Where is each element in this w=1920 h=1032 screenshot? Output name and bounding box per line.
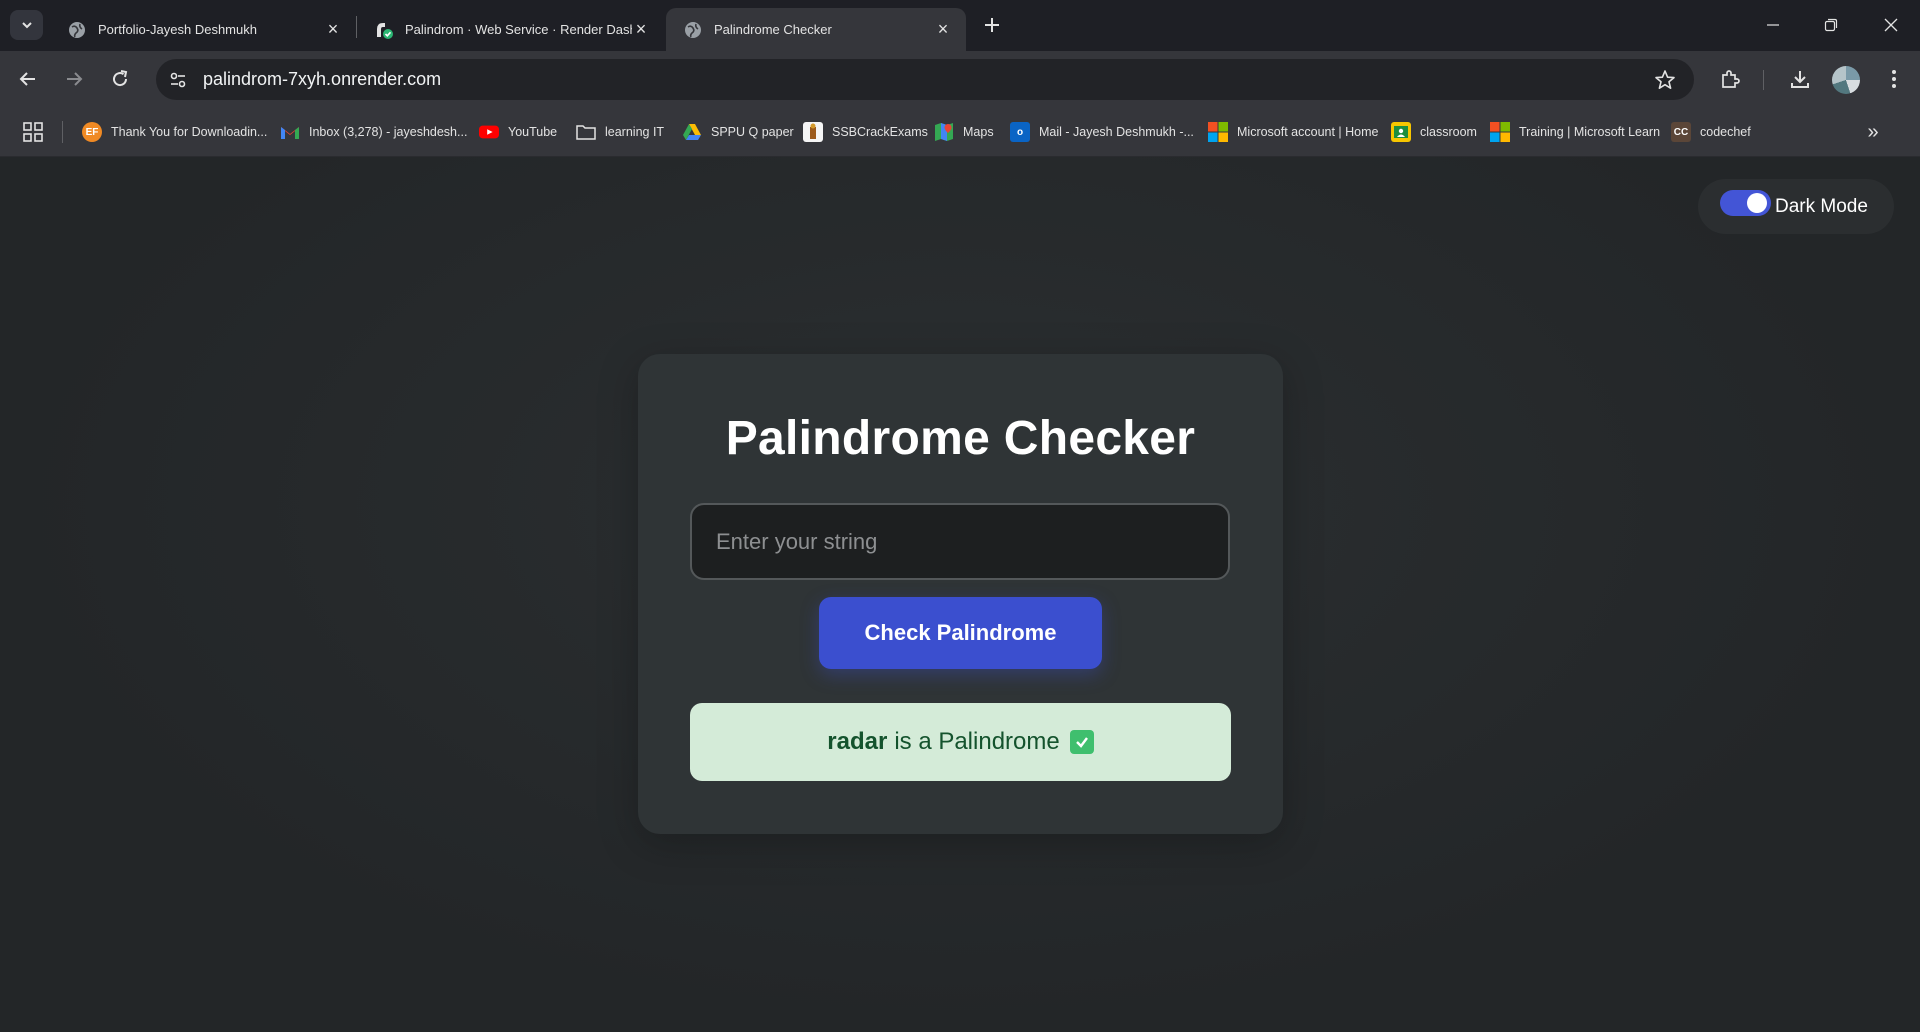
close-icon bbox=[1884, 18, 1898, 32]
dark-mode-label: Dark Mode bbox=[1775, 195, 1868, 217]
bookmark-item[interactable]: learning IT bbox=[576, 119, 664, 145]
address-bar[interactable]: palindrom-7xyh.onrender.com bbox=[156, 59, 1694, 100]
bookmark-item[interactable]: SPPU Q paper bbox=[682, 119, 794, 145]
tab-palindrome-checker[interactable]: Palindrome Checker × bbox=[666, 8, 966, 51]
bookmark-label: Inbox (3,278) - jayeshdesh... bbox=[309, 125, 468, 139]
codechef-icon: CC bbox=[1671, 122, 1691, 142]
url-text[interactable]: palindrom-7xyh.onrender.com bbox=[203, 69, 441, 90]
bookmark-star-icon[interactable] bbox=[1654, 69, 1676, 91]
tab-title: Palindrom · Web Service · Render Dashbo bbox=[405, 22, 632, 37]
microsoft-icon bbox=[1208, 122, 1228, 142]
bookmark-item[interactable]: classroom bbox=[1391, 119, 1477, 145]
apps-grid-icon[interactable] bbox=[22, 121, 44, 143]
youtube-icon bbox=[479, 122, 499, 142]
result-message: radar is a Palindrome bbox=[690, 703, 1231, 781]
restore-icon bbox=[1824, 18, 1838, 32]
bookmark-label: codechef bbox=[1700, 125, 1751, 139]
extensions-button[interactable] bbox=[1716, 65, 1744, 93]
tab-title: Palindrome Checker bbox=[714, 22, 832, 37]
ef-icon: EF bbox=[82, 122, 102, 142]
bookmarks-bar: EF Thank You for Downloadin... Inbox (3,… bbox=[0, 107, 1920, 157]
tune-icon bbox=[170, 72, 186, 87]
result-word: radar bbox=[827, 728, 888, 755]
bookmark-item[interactable]: o Mail - Jayesh Deshmukh -... bbox=[1010, 119, 1194, 145]
close-window-button[interactable] bbox=[1862, 0, 1920, 50]
bookmark-label: SPPU Q paper bbox=[711, 125, 794, 139]
bookmark-label: Thank You for Downloadin... bbox=[111, 125, 268, 139]
bookmark-label: Maps bbox=[963, 125, 994, 139]
close-icon[interactable]: × bbox=[324, 19, 342, 39]
bookmark-item[interactable]: Microsoft account | Home bbox=[1208, 119, 1379, 145]
dark-mode-toggle[interactable]: Dark Mode bbox=[1698, 179, 1894, 234]
bookmark-item[interactable]: Training | Microsoft Learn bbox=[1490, 119, 1660, 145]
close-icon[interactable]: × bbox=[632, 19, 650, 39]
back-button[interactable] bbox=[10, 61, 46, 97]
toolbar-divider bbox=[1763, 70, 1764, 90]
download-icon bbox=[1791, 71, 1809, 88]
render-icon bbox=[375, 21, 393, 39]
tab-title: Portfolio-Jayesh Deshmukh bbox=[98, 22, 257, 37]
bookmark-item[interactable]: Maps bbox=[934, 119, 994, 145]
page-title: Palindrome Checker bbox=[725, 412, 1196, 465]
downloads-button[interactable] bbox=[1786, 65, 1814, 93]
ssb-icon bbox=[803, 122, 823, 142]
gmail-icon bbox=[280, 122, 300, 142]
bookmark-label: Training | Microsoft Learn bbox=[1519, 125, 1661, 139]
bookmark-label: Mail - Jayesh Deshmukh -... bbox=[1039, 125, 1194, 139]
check-palindrome-button[interactable]: Check Palindrome bbox=[819, 597, 1102, 669]
tab-search-button[interactable] bbox=[10, 10, 43, 40]
toggle-switch[interactable] bbox=[1720, 189, 1771, 216]
browser-toolbar: palindrom-7xyh.onrender.com bbox=[0, 51, 1920, 107]
globe-icon bbox=[684, 21, 702, 39]
site-info-button[interactable] bbox=[162, 64, 194, 95]
arrow-left-icon bbox=[19, 72, 35, 86]
page-content: Dark Mode Palindrome Checker Check Palin… bbox=[0, 157, 1920, 1032]
tab-portfolio[interactable]: Portfolio-Jayesh Deshmukh × bbox=[50, 8, 356, 51]
bookmark-label: SSBCrackExams bbox=[832, 125, 928, 139]
classroom-icon bbox=[1391, 122, 1411, 142]
arrow-right-icon bbox=[67, 72, 83, 86]
bookmark-item[interactable]: YouTube bbox=[479, 119, 557, 145]
drive-icon bbox=[682, 122, 702, 142]
plus-icon bbox=[985, 18, 999, 32]
puzzle-icon bbox=[1722, 70, 1740, 88]
minimize-button[interactable] bbox=[1744, 0, 1802, 50]
bookmark-label: learning IT bbox=[605, 125, 665, 139]
new-tab-button[interactable] bbox=[978, 11, 1006, 39]
close-icon[interactable]: × bbox=[934, 19, 952, 39]
outlook-icon: o bbox=[1010, 122, 1030, 142]
restore-button[interactable] bbox=[1802, 0, 1860, 50]
minimize-icon bbox=[1767, 24, 1779, 26]
reload-button[interactable] bbox=[102, 61, 138, 97]
bookmark-label: YouTube bbox=[508, 125, 558, 139]
globe-icon bbox=[68, 21, 86, 39]
tab-render-dashboard[interactable]: Palindrom · Web Service · Render Dashbo … bbox=[357, 8, 664, 51]
more-bookmarks-icon[interactable]: » bbox=[1862, 121, 1884, 143]
profile-avatar[interactable] bbox=[1832, 66, 1860, 94]
bookmark-item[interactable]: SSBCrackExams bbox=[803, 119, 928, 145]
string-input[interactable] bbox=[690, 503, 1230, 580]
menu-button[interactable] bbox=[1880, 65, 1908, 93]
bookmark-item[interactable]: CC codechef bbox=[1671, 119, 1751, 145]
maps-icon bbox=[934, 122, 954, 142]
forward-button[interactable] bbox=[56, 61, 92, 97]
toggle-knob bbox=[1747, 192, 1767, 213]
chevron-down-icon bbox=[21, 22, 32, 29]
reload-icon bbox=[113, 70, 128, 87]
checker-card: Palindrome Checker Check Palindrome rada… bbox=[638, 354, 1283, 834]
bookmark-label: Microsoft account | Home bbox=[1237, 125, 1379, 139]
microsoft-icon bbox=[1490, 122, 1510, 142]
check-mark-icon bbox=[1069, 730, 1094, 754]
more-vert-icon bbox=[1892, 70, 1896, 88]
bookmark-label: classroom bbox=[1420, 125, 1477, 139]
tab-strip: Portfolio-Jayesh Deshmukh × Palindrom · … bbox=[0, 0, 1920, 51]
folder-icon bbox=[576, 122, 596, 142]
bookmark-divider bbox=[62, 121, 63, 143]
bookmark-item[interactable]: EF Thank You for Downloadin... bbox=[82, 119, 267, 145]
result-text: is a Palindrome bbox=[894, 728, 1060, 755]
bookmark-item[interactable]: Inbox (3,278) - jayeshdesh... bbox=[280, 119, 467, 145]
